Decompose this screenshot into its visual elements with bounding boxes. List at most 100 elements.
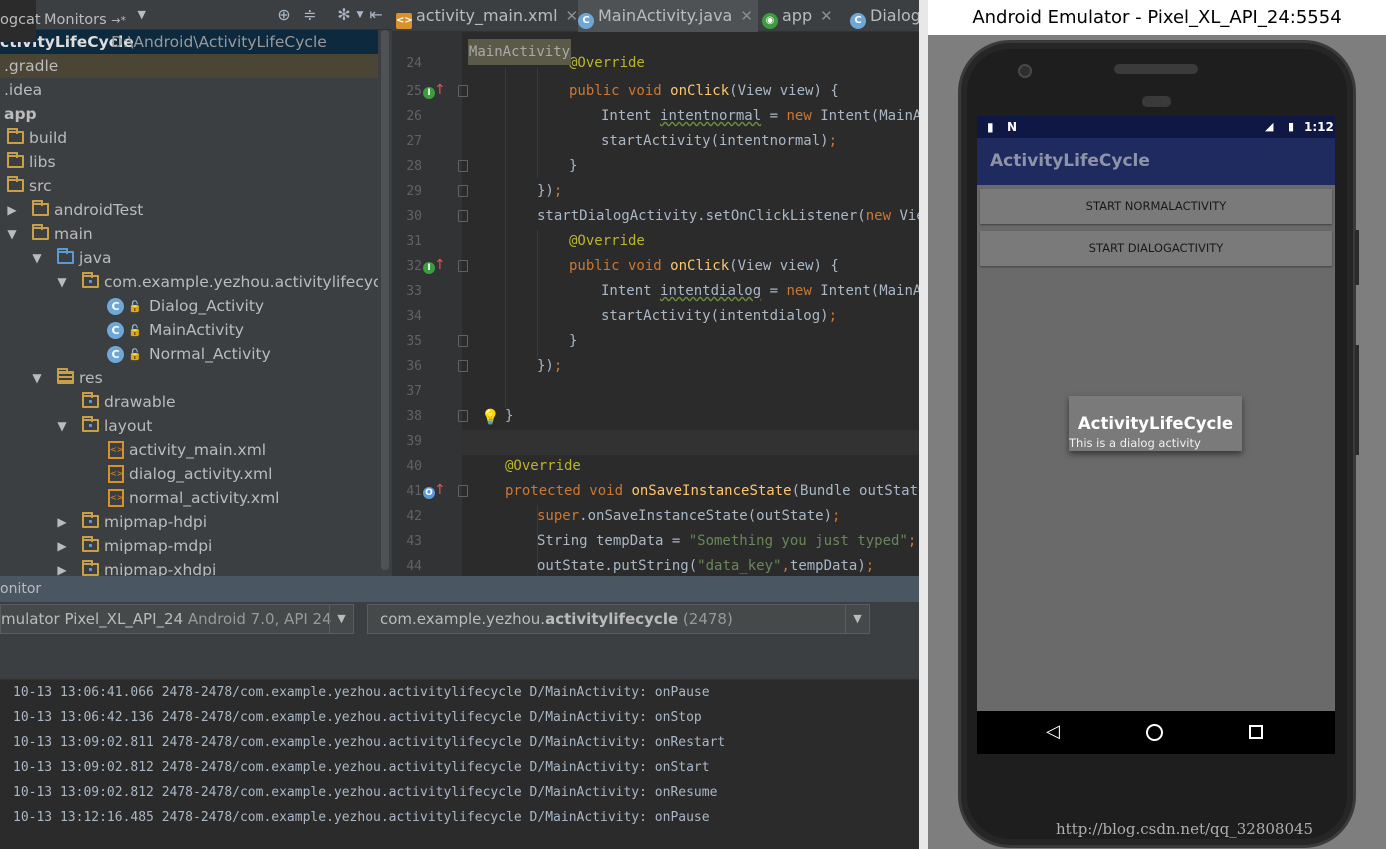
- tree-item-normal-activity[interactable]: C 🔓 Normal_Activity: [0, 342, 378, 366]
- code-line: });: [537, 183, 563, 199]
- resources-folder-icon: [57, 368, 74, 384]
- tree-item-layout[interactable]: ▼ layout: [0, 414, 378, 438]
- navigation-bar: ◁: [977, 711, 1335, 754]
- tree-item-dialog-activity[interactable]: C 🔓 Dialog_Activity: [0, 294, 378, 318]
- chevron-down-icon[interactable]: ▼: [845, 605, 869, 633]
- arrow-up-icon: ↑: [434, 82, 446, 98]
- breadcrumb[interactable]: MainActivity: [468, 39, 571, 65]
- tab-app[interactable]: ◉ app ✕: [762, 0, 840, 32]
- tree-item-idea[interactable]: .idea: [0, 78, 378, 102]
- tree-item-src[interactable]: src: [0, 174, 378, 198]
- tree-item-activity-main-xml[interactable]: activity_main.xml: [0, 438, 378, 462]
- line-number: 41: [406, 484, 422, 499]
- indent-guide: [505, 68, 506, 408]
- tab-logcat[interactable]: ogcat: [0, 0, 41, 42]
- fold-marker-icon[interactable]: [458, 160, 468, 172]
- line-number: 35: [406, 334, 422, 349]
- tree-item-mipmap-xhdpi[interactable]: ▶ mipmap-xhdpi: [0, 558, 378, 576]
- process-select[interactable]: com.example.yezhou.activitylifecycle (24…: [367, 604, 870, 634]
- line-number: 30: [406, 209, 422, 224]
- lightbulb-icon[interactable]: 💡: [481, 408, 500, 426]
- chevron-down-icon: ▼: [137, 8, 146, 21]
- folder-icon: [7, 176, 24, 192]
- expand-arrow-icon[interactable]: ▶: [54, 558, 70, 576]
- fold-marker-icon[interactable]: [458, 85, 468, 97]
- log-line: 10-13 13:09:02.811 2478-2478/com.example…: [13, 735, 726, 750]
- xml-file-icon: [108, 489, 124, 507]
- code-line: startDialogActivity.setOnClickListener(n…: [537, 208, 919, 224]
- device-select[interactable]: mulator Pixel_XL_API_24 Android 7.0, API…: [0, 604, 354, 634]
- start-normal-activity-button[interactable]: START NORMALACTIVITY: [980, 189, 1332, 224]
- line-number: 40: [406, 459, 422, 474]
- signal-lte-icon: ◢: [1265, 120, 1274, 133]
- collapse-arrow-icon[interactable]: ▼: [4, 222, 20, 246]
- tree-item-label: libs: [29, 153, 56, 171]
- close-icon[interactable]: ✕: [820, 7, 833, 25]
- dialog-title: ActivityLifeCycle: [1077, 414, 1234, 433]
- collapse-arrow-icon[interactable]: ▼: [54, 270, 70, 294]
- fold-marker-icon[interactable]: [458, 360, 468, 372]
- tab-mainactivity-java[interactable]: C MainActivity.java ✕: [578, 0, 758, 32]
- folder-icon: [82, 416, 99, 432]
- collapse-all-icon[interactable]: ≑: [300, 5, 320, 25]
- tree-item-package[interactable]: ▼ com.example.yezhou.activitylifecycle: [0, 270, 395, 294]
- tab-monitors[interactable]: Monitors →*: [44, 0, 134, 42]
- code-line: public void onClick(View view) {: [569, 83, 839, 99]
- target-icon[interactable]: ⊕: [274, 5, 294, 25]
- tree-item-label: build: [29, 129, 68, 147]
- start-dialog-activity-button[interactable]: START DIALOGACTIVITY: [980, 231, 1332, 266]
- expand-arrow-icon[interactable]: ▶: [4, 198, 20, 222]
- tree-item-label: main: [54, 225, 93, 243]
- collapse-arrow-icon[interactable]: ▼: [29, 246, 45, 270]
- tree-item-java[interactable]: ▼ java: [0, 246, 378, 270]
- back-icon[interactable]: ◁: [1046, 721, 1060, 742]
- tab-dialog-activity[interactable]: C Dialog: [850, 0, 919, 32]
- fold-marker-icon[interactable]: [458, 485, 468, 497]
- fold-marker-icon[interactable]: [458, 210, 468, 222]
- tree-item-res[interactable]: ▼ res: [0, 366, 378, 390]
- tree-item-label: app: [4, 105, 37, 123]
- tree-item-normal-activity-xml[interactable]: normal_activity.xml: [0, 486, 378, 510]
- folder-icon: [82, 536, 99, 552]
- close-icon[interactable]: ✕: [740, 7, 753, 25]
- home-icon[interactable]: [1146, 724, 1163, 741]
- tree-item-app[interactable]: app: [0, 102, 378, 126]
- xml-file-icon: <>: [396, 13, 413, 29]
- log-line: 10-13 13:09:02.812 2478-2478/com.example…: [13, 760, 710, 775]
- fold-marker-icon[interactable]: [458, 410, 468, 422]
- source-folder-icon: [57, 248, 74, 264]
- tree-item-drawable[interactable]: drawable: [0, 390, 378, 414]
- hide-panel-icon[interactable]: ⇤: [366, 5, 386, 25]
- tree-item-mipmap-hdpi[interactable]: ▶ mipmap-hdpi: [0, 510, 378, 534]
- recents-icon[interactable]: [1249, 725, 1263, 739]
- tree-item-gradle[interactable]: .gradle: [0, 54, 378, 78]
- lock-icon: 🔓: [128, 300, 142, 313]
- chevron-down-icon[interactable]: ▼: [329, 605, 353, 633]
- tree-item-mipmap-mdpi[interactable]: ▶ mipmap-mdpi: [0, 534, 378, 558]
- indent-guide: [537, 230, 538, 358]
- tree-item-label: MainActivity: [149, 321, 244, 339]
- fold-marker-icon[interactable]: [458, 335, 468, 347]
- fold-marker-icon[interactable]: [458, 185, 468, 197]
- project-scrollbar-thumb[interactable]: [381, 30, 389, 570]
- app-title: ActivityLifeCycle: [990, 151, 1150, 171]
- tree-item-mainactivity[interactable]: C 🔓 MainActivity: [0, 318, 378, 342]
- collapse-arrow-icon[interactable]: ▼: [29, 366, 45, 390]
- expand-arrow-icon[interactable]: ▶: [54, 534, 70, 558]
- tree-item-label: Normal_Activity: [149, 345, 271, 363]
- device-detail: Android 7.0, API 24: [187, 610, 332, 628]
- code-line: Intent intentnormal = new Intent(MainAct…: [601, 108, 919, 124]
- tab-activity-main-xml[interactable]: <> activity_main.xml ✕: [396, 0, 578, 32]
- line-number: 43: [406, 534, 422, 549]
- folder-icon: [82, 392, 99, 408]
- expand-arrow-icon[interactable]: ▶: [54, 510, 70, 534]
- close-icon[interactable]: ✕: [566, 7, 579, 25]
- tree-item-build[interactable]: build: [0, 126, 378, 150]
- tree-item-dialog-activity-xml[interactable]: dialog_activity.xml: [0, 462, 378, 486]
- tree-item-libs[interactable]: libs: [0, 150, 378, 174]
- code-line: startActivity(intentdialog);: [601, 308, 838, 324]
- tree-item-main[interactable]: ▼ main: [0, 222, 378, 246]
- fold-marker-icon[interactable]: [458, 260, 468, 272]
- tree-item-androidtest[interactable]: ▶ androidTest: [0, 198, 378, 222]
- collapse-arrow-icon[interactable]: ▼: [54, 414, 70, 438]
